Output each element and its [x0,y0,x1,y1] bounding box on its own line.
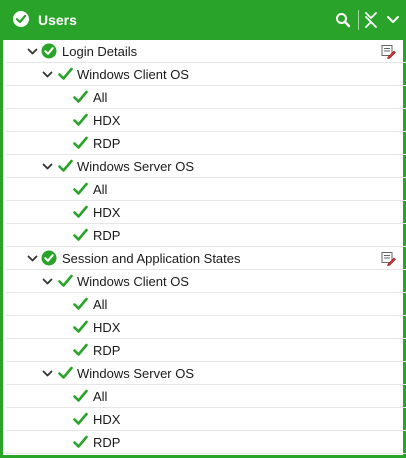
check-icon [58,366,73,379]
tree-node-label: Login Details [62,44,138,59]
check-icon [58,67,73,80]
tree-leaf-row[interactable]: HDX [6,201,406,224]
tree-node-label: RDP [93,136,121,151]
chevron-down-icon[interactable] [27,46,38,57]
tree-leaf-row[interactable]: HDX [6,109,406,132]
chevron-down-icon[interactable] [27,253,38,264]
header-divider [358,10,359,30]
tree-node-label: Windows Server OS [77,159,195,174]
tree-node-label: All [93,389,108,404]
users-panel: Users Login Details Windows Client OS All H… [0,0,406,458]
tree-leaf-row[interactable]: All [6,178,406,201]
collapse-all-icon[interactable] [362,11,380,29]
tree-node-label: Session and Application States [62,251,241,266]
tree-node-label: HDX [93,113,121,128]
chevron-down-icon[interactable] [384,11,402,29]
tree-node-label: RDP [93,228,121,243]
check-circle-icon [41,250,57,266]
tree-node-label: All [93,297,108,312]
check-circle-icon [13,11,29,27]
tree-leaf-row[interactable]: RDP [6,431,406,454]
tree-leaf-row[interactable]: HDX [6,316,406,339]
chevron-down-icon[interactable] [42,161,53,172]
tree-node-label: Windows Server OS [77,366,195,381]
tree-node-label: All [93,90,108,105]
tree-leaf-row[interactable]: HDX [6,408,406,431]
check-icon [58,159,73,172]
check-icon [73,205,88,218]
tree-group-row[interactable]: Login Details [6,40,406,63]
tree-subgroup-row[interactable]: Windows Server OS [6,155,406,178]
tree-subgroup-row[interactable]: Windows Client OS [6,270,406,293]
edit-report-icon[interactable] [381,251,396,266]
tree-leaf-row[interactable]: RDP [6,339,406,362]
check-icon [73,343,88,356]
tree-leaf-row[interactable]: RDP [6,132,406,155]
tree-subgroup-row[interactable]: Windows Server OS [6,362,406,385]
check-icon [73,136,88,149]
search-icon[interactable] [334,11,352,29]
tree-node-label: RDP [93,343,121,358]
tree-leaf-row[interactable]: All [6,293,406,316]
check-icon [73,435,88,448]
tree-group-row[interactable]: Session and Application States [6,247,406,270]
check-icon [73,182,88,195]
tree-node-label: HDX [93,320,121,335]
chevron-down-icon[interactable] [42,368,53,379]
panel-header: Users [3,0,406,40]
edit-report-icon[interactable] [381,44,396,59]
tree-leaf-row[interactable]: RDP [6,224,406,247]
check-icon [73,389,88,402]
tree-node-label: Windows Client OS [77,274,189,289]
check-icon [73,297,88,310]
tree-node-label: HDX [93,205,121,220]
tree-leaf-row[interactable]: All [6,86,406,109]
check-icon [73,412,88,425]
users-tree: Login Details Windows Client OS All HDX RDP W… [6,40,406,454]
check-circle-icon [41,43,57,59]
tree-node-label: All [93,182,108,197]
check-icon [58,274,73,287]
tree-node-label: RDP [93,435,121,450]
check-icon [73,320,88,333]
check-icon [73,90,88,103]
tree-subgroup-row[interactable]: Windows Client OS [6,63,406,86]
panel-title: Users [38,12,77,28]
chevron-down-icon[interactable] [42,276,53,287]
tree-node-label: HDX [93,412,121,427]
chevron-down-icon[interactable] [42,69,53,80]
check-icon [73,113,88,126]
tree-node-label: Windows Client OS [77,67,189,82]
tree-leaf-row[interactable]: All [6,385,406,408]
check-icon [73,228,88,241]
